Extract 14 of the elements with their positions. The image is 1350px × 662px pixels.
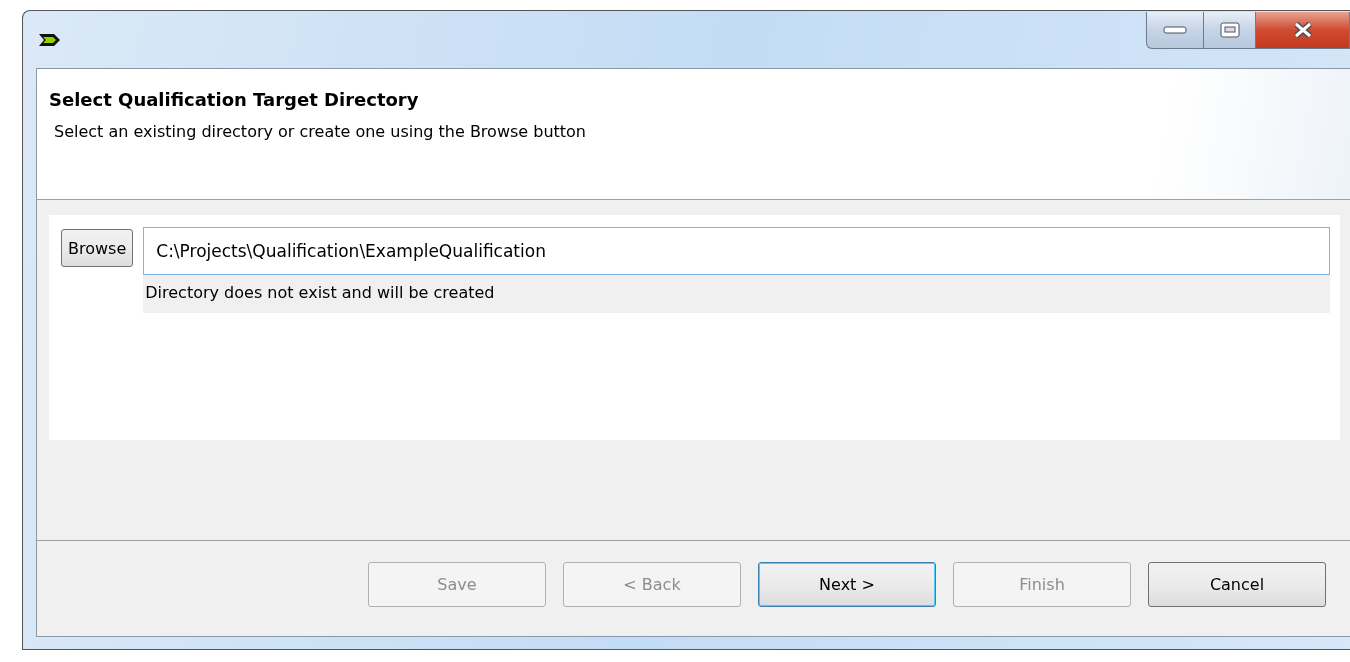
- status-message: Directory does not exist and will be created: [145, 283, 495, 302]
- minimize-icon: [1163, 26, 1187, 34]
- maximize-icon: [1219, 22, 1240, 38]
- dialog-button[interactable]: Next >: [758, 562, 936, 607]
- page-title: Select Qualification Target Directory: [49, 89, 420, 110]
- browse-button[interactable]: Browse: [61, 229, 134, 267]
- maximize-button[interactable]: [1204, 12, 1256, 49]
- app-logo-icon: [39, 32, 61, 47]
- close-button[interactable]: [1256, 12, 1350, 49]
- directory-field[interactable]: C:\Projects\Qualification\ExampleQualification: [143, 227, 1330, 275]
- page-description: Select an existing directory or create one using the Browse button: [54, 122, 587, 141]
- dialog-button[interactable]: Cancel: [1148, 562, 1326, 607]
- close-icon: [1292, 22, 1313, 38]
- minimize-button[interactable]: [1146, 12, 1204, 49]
